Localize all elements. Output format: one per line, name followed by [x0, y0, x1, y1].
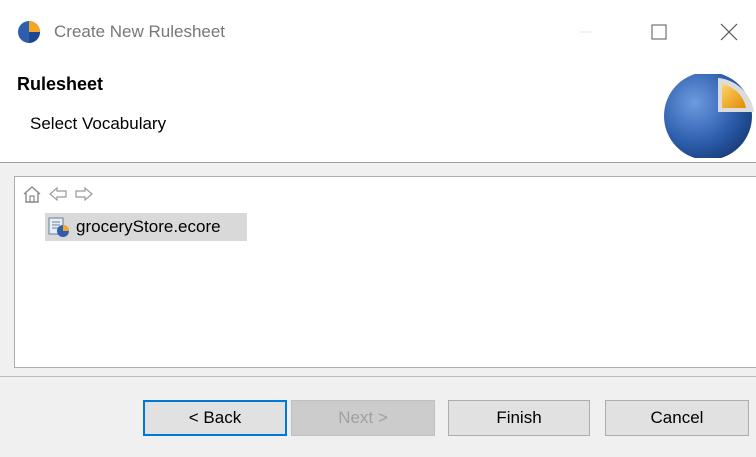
next-button[interactable]: Next > — [291, 400, 435, 436]
cancel-button[interactable]: Cancel — [605, 400, 749, 436]
back-navigation-button[interactable] — [47, 183, 69, 205]
close-icon — [720, 23, 738, 41]
back-button[interactable]: < Back — [143, 400, 287, 436]
forward-navigation-button[interactable] — [73, 183, 95, 205]
tree-item-vocabulary[interactable]: groceryStore.ecore — [45, 213, 247, 241]
button-bar-divider — [0, 376, 756, 377]
wizard-dialog: Create New Rulesheet Rulesheet Select Vo… — [0, 0, 756, 457]
tree-item-label: groceryStore.ecore — [76, 217, 221, 236]
minimize-icon — [580, 31, 592, 33]
tree-toolbar — [21, 183, 95, 205]
home-icon — [23, 186, 41, 203]
forward-arrow-icon — [75, 186, 93, 202]
finish-button[interactable]: Finish — [448, 400, 590, 436]
title-bar: Create New Rulesheet — [0, 0, 756, 62]
wizard-header: Rulesheet Select Vocabulary — [0, 62, 756, 163]
window-title: Create New Rulesheet — [54, 22, 226, 41]
app-icon — [17, 20, 41, 44]
maximize-button[interactable] — [636, 12, 682, 52]
vocabulary-tree-panel: groceryStore.ecore — [14, 176, 756, 368]
corticon-logo-image — [658, 74, 756, 158]
page-description: Select Vocabulary — [30, 114, 167, 133]
back-arrow-icon — [49, 186, 67, 202]
minimize-button[interactable] — [563, 12, 609, 52]
vocabulary-file-icon — [48, 216, 70, 238]
close-button[interactable] — [706, 12, 752, 52]
maximize-icon — [651, 24, 667, 40]
home-button[interactable] — [21, 183, 43, 205]
page-title: Rulesheet — [17, 74, 104, 94]
